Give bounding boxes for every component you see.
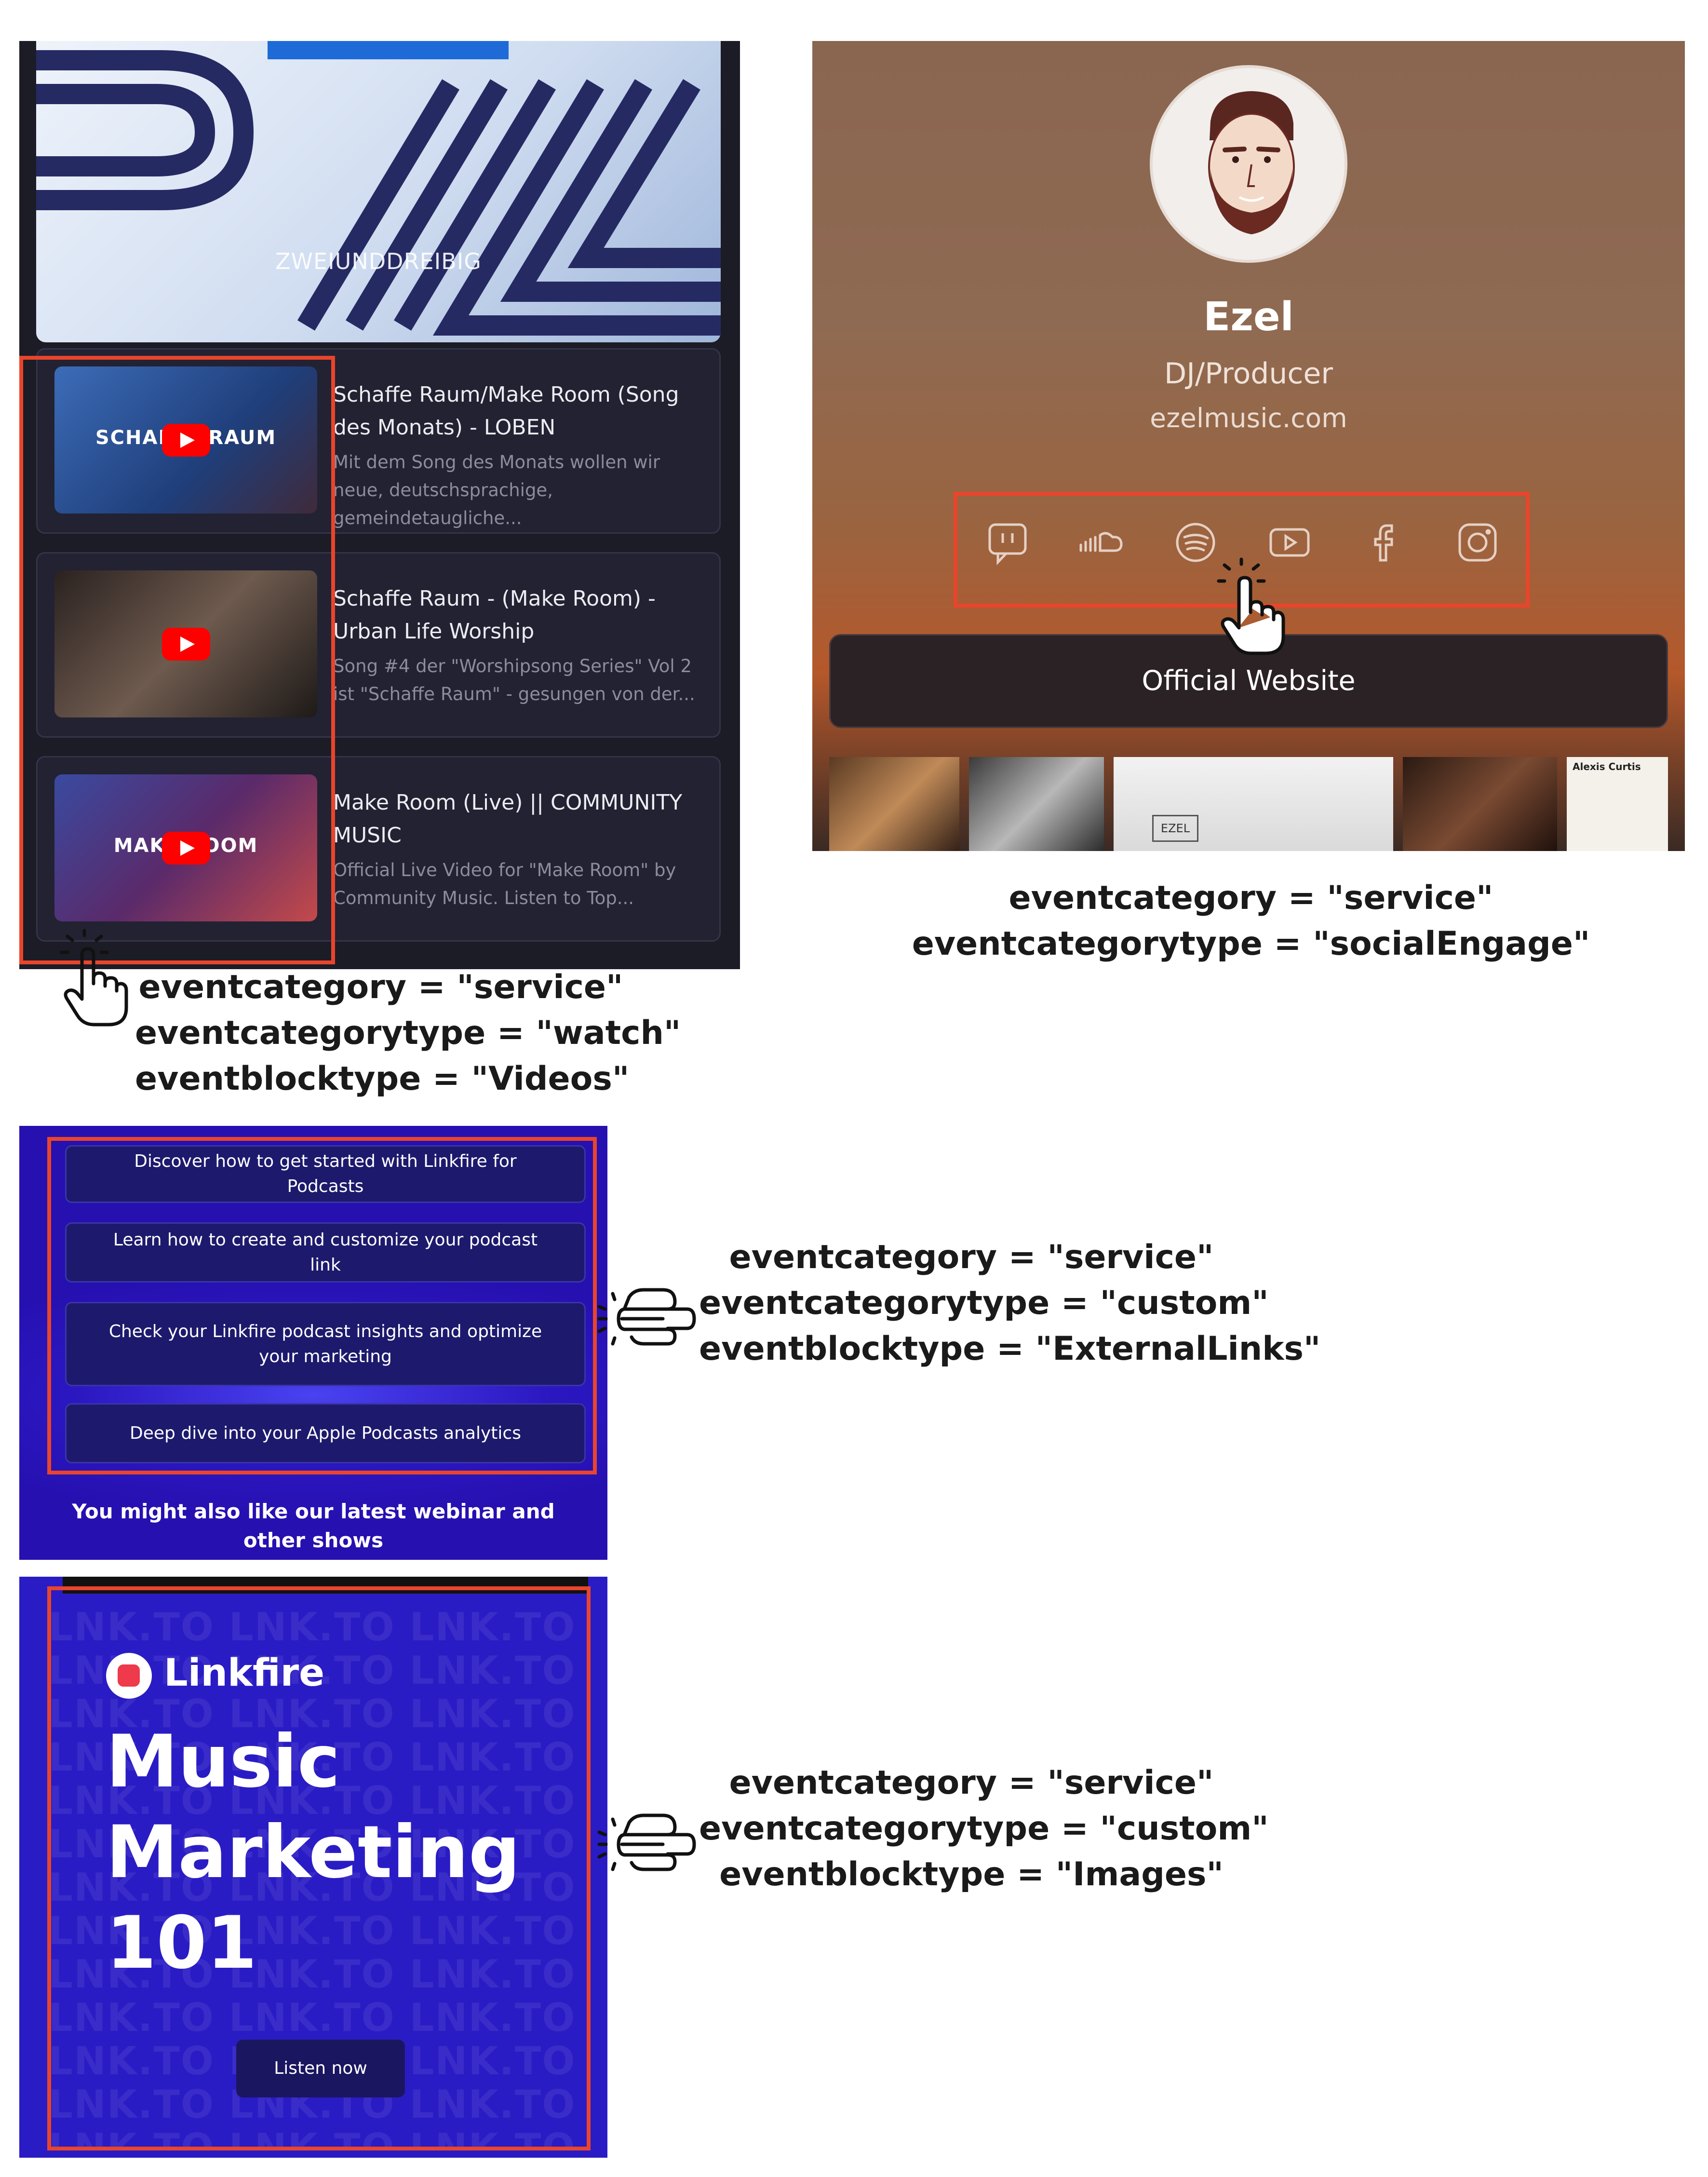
ezel-label: EZEL bbox=[1152, 815, 1198, 842]
pointing-hand-icon bbox=[597, 1813, 696, 1871]
video-description: Mit dem Song des Monats wollen wir neue,… bbox=[333, 452, 660, 528]
highlight-box-links bbox=[47, 1137, 597, 1474]
hero-graphic bbox=[36, 50, 721, 336]
highlight-box-videos bbox=[19, 356, 335, 964]
caption-line: eventcategorytype = "watch" bbox=[135, 1014, 681, 1052]
caption-line: eventblocktype = "Images" bbox=[719, 1855, 1224, 1893]
caption-videos: eventcategory = "service" eventcategoryt… bbox=[135, 964, 681, 1102]
caption-line: eventcategory = "service" bbox=[138, 968, 623, 1006]
caption-image: eventcategory = "service" eventcategoryt… bbox=[699, 1760, 1269, 1897]
pointer-hand-icon bbox=[60, 929, 128, 1027]
profile-panel: Ezel DJ/Producer ezelmusic.com Official … bbox=[812, 41, 1685, 851]
caption-line: eventcategorytype = "custom" bbox=[699, 1810, 1269, 1848]
hero-image: ZWEIUNDDREIBIG bbox=[36, 41, 721, 342]
strip-image[interactable]: Alexis Curtis bbox=[1567, 757, 1668, 851]
caption-line: eventcategory = "service" bbox=[729, 1238, 1214, 1276]
caption-line: eventcategorytype = "socialEngage" bbox=[912, 925, 1590, 963]
strip-text-label: Alexis Curtis bbox=[1573, 761, 1641, 772]
video-title[interactable]: Schaffe Raum/Make Room (Song des Monats)… bbox=[333, 379, 714, 444]
strip-image[interactable] bbox=[969, 757, 1104, 851]
avatar bbox=[1150, 65, 1347, 263]
pointing-hand-icon bbox=[597, 1288, 696, 1346]
pointer-hand-icon bbox=[1217, 557, 1285, 655]
links-footer-text: You might also like our latest webinar a… bbox=[72, 1500, 555, 1552]
caption-line: eventcategory = "service" bbox=[1009, 879, 1493, 917]
strip-image[interactable] bbox=[829, 757, 959, 851]
hero-text: ZWEIUNDDREIBIG bbox=[275, 248, 482, 274]
profile-role: DJ/Producer bbox=[1164, 357, 1333, 391]
video-description: Official Live Video for "Make Room" by C… bbox=[333, 860, 676, 908]
profile-name: Ezel bbox=[1203, 294, 1294, 340]
caption-social: eventcategory = "service" eventcategoryt… bbox=[894, 875, 1608, 967]
video-title[interactable]: Schaffe Raum - (Make Room) - Urban Life … bbox=[333, 582, 714, 648]
caption-line: eventcategory = "service" bbox=[729, 1764, 1214, 1802]
caption-line: eventcategorytype = "custom" bbox=[699, 1284, 1269, 1322]
avatar-illustration bbox=[1208, 91, 1295, 234]
strip-image[interactable] bbox=[1403, 757, 1557, 851]
image-strip: EZEL Alexis Curtis bbox=[829, 757, 1668, 851]
profile-website[interactable]: ezelmusic.com bbox=[812, 403, 1685, 433]
caption-links: eventcategory = "service" eventcategoryt… bbox=[699, 1234, 1321, 1372]
strip-image[interactable]: EZEL bbox=[1114, 757, 1393, 851]
highlight-box-image bbox=[47, 1586, 591, 2150]
caption-line: eventblocktype = "ExternalLinks" bbox=[699, 1330, 1321, 1368]
caption-line: eventblocktype = "Videos" bbox=[135, 1060, 630, 1098]
video-description: Song #4 der "Worshipsong Series" Vol 2 i… bbox=[333, 656, 695, 704]
video-title[interactable]: Make Room (Live) || COMMUNITY MUSIC bbox=[333, 786, 714, 852]
